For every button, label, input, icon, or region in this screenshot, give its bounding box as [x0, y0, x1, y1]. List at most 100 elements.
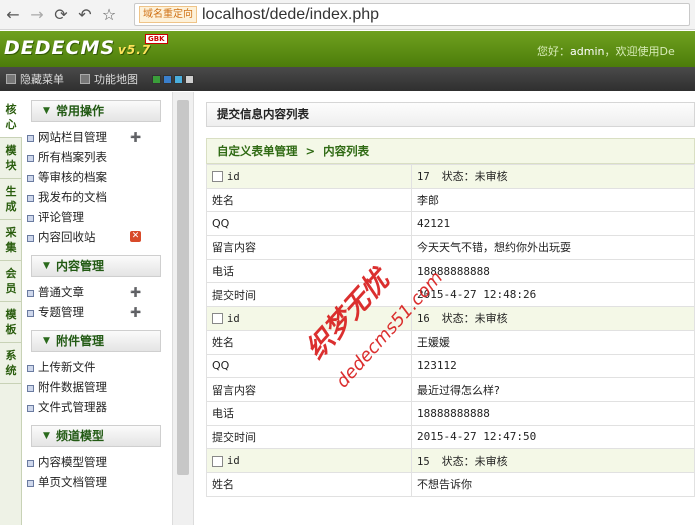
clear-icon[interactable]: ✕: [130, 231, 141, 242]
table-row: 电话 18888888888: [206, 400, 695, 426]
menu-group-header[interactable]: ▼ 附件管理: [31, 330, 161, 352]
main-content: 提交信息内容列表 自定义表单管理 > 内容列表 id 17 状态：未审核 姓名 李郎 QQ…: [194, 92, 695, 525]
page-title: 提交信息内容列表: [206, 102, 695, 127]
menu-item[interactable]: 上传新文件: [22, 357, 172, 377]
back-arrow-icon[interactable]: ←: [2, 4, 24, 26]
menu-item-label: 内容回收站: [38, 230, 96, 244]
menu-item[interactable]: 评论管理: [22, 207, 172, 227]
record-id: 17: [417, 171, 430, 184]
menu-group-items: 网站栏目管理 ➕ 所有档案列表等审核的档案我发布的文档评论管理内容回收站 ✕: [22, 127, 172, 247]
menu-item[interactable]: 单页文档管理: [22, 472, 172, 492]
skin-swatch[interactable]: [163, 74, 172, 84]
skin-swatch[interactable]: [174, 74, 183, 84]
menu-item-label: 等审核的档案: [38, 170, 107, 184]
welcome-text: 您好：admin，欢迎使用De: [537, 43, 675, 59]
welcome-prefix: 您好：: [537, 45, 570, 58]
welcome-suffix: ，欢迎使用De: [604, 45, 675, 58]
menu-item[interactable]: 内容回收站 ✕: [22, 227, 172, 247]
field-value: 不想告诉你: [411, 471, 695, 497]
record-checkbox[interactable]: [212, 171, 223, 183]
field-label: 姓名: [206, 471, 412, 497]
menu-item[interactable]: 专题管理 ➕: [22, 302, 172, 322]
forward-arrow-icon[interactable]: →: [26, 4, 48, 26]
table-row: 姓名 不想告诉你: [206, 471, 695, 497]
field-label: 电话: [206, 400, 412, 426]
undo-icon[interactable]: ↶: [74, 4, 96, 26]
field-value: 李郎: [411, 187, 695, 213]
menu-scrollbar[interactable]: [172, 92, 194, 525]
breadcrumb-current: 内容列表: [323, 144, 370, 158]
menu-item[interactable]: 所有档案列表: [22, 147, 172, 167]
status-label: 状态：: [441, 170, 475, 184]
menu-group-title: 附件管理: [56, 334, 105, 348]
record-header-row: id 17 状态：未审核: [206, 164, 695, 189]
record-checkbox[interactable]: [212, 313, 223, 325]
records-table: id 17 状态：未审核 姓名 李郎 QQ 42121 留言内容 今天天气不错，想约你外出玩耍电…: [206, 164, 695, 497]
hide-menu-label: 隐藏菜单: [20, 73, 64, 86]
menu-group-items: 普通文章 ➕ 专题管理 ➕: [22, 282, 172, 322]
left-tab[interactable]: 生 成: [0, 179, 22, 220]
version-text: v5.7: [118, 43, 152, 57]
menu-item[interactable]: 附件数据管理: [22, 377, 172, 397]
menu-item[interactable]: 内容模型管理: [22, 452, 172, 472]
record-header-row: id 16 状态：未审核: [206, 306, 695, 331]
field-value: 最近过得怎么样?: [411, 377, 695, 402]
add-icon[interactable]: ➕: [130, 303, 141, 323]
record-id-cell: id: [206, 164, 412, 189]
menu-item-label: 网站栏目管理: [38, 130, 107, 144]
menu-item[interactable]: 网站栏目管理 ➕: [22, 127, 172, 147]
left-tab[interactable]: 采 集: [0, 220, 22, 261]
menu-item-label: 单页文档管理: [38, 475, 107, 489]
menu-group-title: 频道模型: [56, 429, 105, 443]
table-row: 姓名 王媛媛: [206, 329, 695, 355]
record-id: 16: [417, 313, 430, 326]
menu-item-label: 普通文章: [38, 285, 84, 299]
left-tab-bar: 核 心模 块生 成采 集会 员模 板系 统: [0, 97, 22, 525]
scrollbar-thumb[interactable]: [177, 100, 189, 475]
add-icon[interactable]: ➕: [130, 128, 141, 148]
menu-item[interactable]: 文件式管理器: [22, 397, 172, 417]
status-label: 状态：: [441, 312, 475, 326]
hide-menu-button[interactable]: 隐藏菜单: [6, 71, 64, 87]
left-tab[interactable]: 系 统: [0, 343, 22, 384]
site-map-button[interactable]: 功能地图: [80, 71, 138, 87]
field-label: 姓名: [206, 187, 412, 213]
url-text[interactable]: localhost/dede/index.php: [202, 6, 379, 24]
menu-item[interactable]: 等审核的档案: [22, 167, 172, 187]
menu-item-label: 文件式管理器: [38, 400, 107, 414]
menu-item-label: 评论管理: [38, 210, 84, 224]
menu-group-header[interactable]: ▼ 内容管理: [31, 255, 161, 277]
menu-group-title: 内容管理: [56, 259, 105, 273]
record-checkbox[interactable]: [212, 455, 223, 467]
menu-item[interactable]: 我发布的文档: [22, 187, 172, 207]
breadcrumb: 自定义表单管理 > 内容列表: [206, 138, 695, 164]
left-tab[interactable]: 模 块: [0, 138, 22, 179]
field-label: 提交时间: [206, 424, 412, 450]
menu-icon: [6, 74, 16, 84]
add-icon[interactable]: ➕: [130, 283, 141, 303]
star-icon[interactable]: ☆: [98, 4, 120, 26]
skin-swatch[interactable]: [152, 74, 161, 84]
record-id-status-cell: 15 状态：未审核: [411, 448, 695, 473]
record-id-status-cell: 16 状态：未审核: [411, 306, 695, 331]
menu-group-title: 常用操作: [56, 104, 105, 118]
table-row: 提交时间 2015-4-27 12:47:50: [206, 424, 695, 450]
field-value: 2015-4-27 12:48:26: [411, 282, 695, 308]
address-bar[interactable]: 域名重定向 localhost/dede/index.php: [134, 3, 690, 26]
reload-icon[interactable]: ⟳: [50, 4, 72, 26]
breadcrumb-root[interactable]: 自定义表单管理: [217, 144, 298, 158]
skin-swatch[interactable]: [185, 74, 194, 84]
status-label: 状态：: [441, 454, 475, 468]
sidebar-menu: ▼ 常用操作 网站栏目管理 ➕ 所有档案列表 等审核的档案 我发布的文档 评论管理 内容回收站 ✕…: [22, 92, 172, 525]
menu-group-header[interactable]: ▼ 频道模型: [31, 425, 161, 447]
menu-item[interactable]: 普通文章 ➕: [22, 282, 172, 302]
cms-header: DEDECMS v5.7 GBK 您好：admin，欢迎使用De: [0, 31, 695, 67]
record-header-row: id 15 状态：未审核: [206, 448, 695, 473]
record-id-cell: id: [206, 448, 412, 473]
skin-swatches: [152, 74, 196, 84]
left-tab[interactable]: 核 心: [0, 97, 22, 138]
field-label: QQ: [206, 353, 412, 379]
left-tab[interactable]: 模 板: [0, 302, 22, 343]
menu-group-header[interactable]: ▼ 常用操作: [31, 100, 161, 122]
left-tab[interactable]: 会 员: [0, 261, 22, 302]
